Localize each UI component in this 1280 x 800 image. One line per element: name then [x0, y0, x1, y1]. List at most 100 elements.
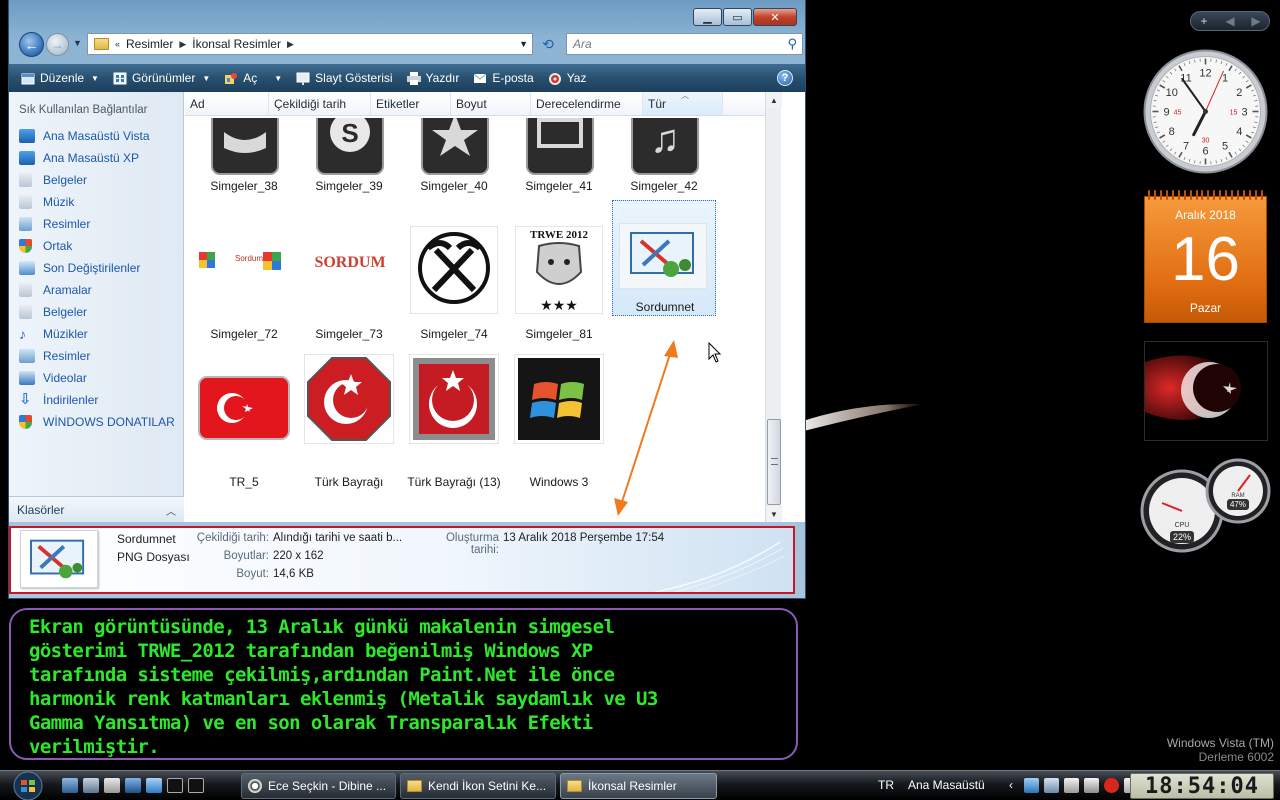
- organize-menu[interactable]: Düzenle ▼: [17, 64, 109, 92]
- nav-item-documents[interactable]: Belgeler: [19, 169, 175, 191]
- back-button[interactable]: ←: [19, 32, 44, 57]
- desktop-toolbar-label[interactable]: Ana Masaüstü: [908, 778, 985, 792]
- file-item[interactable]: S Simgeler_39: [297, 116, 401, 196]
- close-button[interactable]: ✕: [753, 8, 797, 26]
- start-orb-icon[interactable]: [8, 771, 48, 800]
- taskbar-button-folder[interactable]: Kendi İkon Setini Ke...: [400, 773, 556, 799]
- scroll-down-button[interactable]: ▼: [766, 506, 782, 522]
- clock-gadget[interactable]: 123691245781011153045: [1143, 49, 1268, 174]
- cmd-icon[interactable]: [167, 778, 183, 793]
- display-icon[interactable]: [1044, 778, 1059, 793]
- shield-icon: [19, 415, 32, 429]
- previous-gadget-icon[interactable]: ◀: [1217, 14, 1243, 28]
- language-indicator[interactable]: TR: [878, 778, 894, 792]
- file-item[interactable]: Simgeler_41: [507, 116, 611, 196]
- help-icon[interactable]: ?: [777, 70, 793, 86]
- nav-item-downloads[interactable]: ⇩ İndirilenler: [19, 389, 175, 411]
- calendar-weekday: Pazar: [1189, 301, 1222, 315]
- breadcrumb-chevron-icon[interactable]: ▶: [179, 39, 186, 50]
- explorer-icon[interactable]: [104, 778, 120, 793]
- column-header-size[interactable]: Boyut: [451, 92, 531, 115]
- address-bar[interactable]: « Resimler ▶ İkonsal Resimler ▶ ▼: [87, 33, 533, 55]
- minimize-button[interactable]: ▁: [693, 8, 722, 26]
- address-dropdown-icon[interactable]: ▼: [519, 39, 528, 49]
- breadcrumb-item[interactable]: Resimler: [126, 37, 173, 51]
- add-gadget-icon[interactable]: +: [1191, 14, 1217, 28]
- file-item[interactable]: SORDUM Simgeler_73: [297, 204, 401, 344]
- flag-slideshow-gadget[interactable]: [1144, 341, 1268, 441]
- nav-item-pictures[interactable]: Resimler: [19, 213, 175, 235]
- nav-item-musics[interactable]: ♪ Müzikler: [19, 323, 175, 345]
- nav-item-desktop-vista[interactable]: Ana Masaüstü Vista: [19, 125, 175, 147]
- command-toolbar: Düzenle ▼ Görünümler ▼ Aç ▼ Slayt Gösterisi…: [9, 64, 805, 92]
- chevron-left-icon[interactable]: ‹: [1009, 778, 1013, 792]
- nav-item-pictures-2[interactable]: Resimler: [19, 345, 175, 367]
- security-icon[interactable]: [1064, 778, 1079, 793]
- cpu-ram-meter-gadget[interactable]: CPU 22% RAM 47%: [1140, 455, 1272, 555]
- taskbar-clock[interactable]: 18:54:04: [1130, 773, 1274, 799]
- forward-button[interactable]: →: [46, 33, 69, 56]
- date-taken-value[interactable]: Alındığı tarihi ve saati b...: [273, 532, 402, 544]
- breadcrumb-chevron-icon[interactable]: ▶: [287, 39, 294, 50]
- warning-icon[interactable]: [1104, 778, 1119, 793]
- nav-item-windows-donatilar[interactable]: WİNDOWS DONATILAR: [19, 411, 175, 433]
- file-item[interactable]: TRWE 2012 ★★★ Simgeler_81: [507, 204, 611, 344]
- file-item[interactable]: Türk Bayrağı (13): [402, 352, 506, 492]
- vertical-scrollbar[interactable]: ▲ ▼: [765, 92, 782, 522]
- file-item[interactable]: TR_5: [192, 352, 296, 492]
- clock-minute-number: 15: [1230, 110, 1238, 117]
- file-item-selected[interactable]: Sordumnet: [612, 200, 716, 316]
- file-item[interactable]: Türk Bayrağı: [297, 352, 401, 492]
- nav-item-videos[interactable]: Videolar: [19, 367, 175, 389]
- column-header-tags[interactable]: Etiketler: [371, 92, 451, 115]
- taskbar-button-explorer[interactable]: İkonsal Resimler: [560, 773, 717, 799]
- maximize-button[interactable]: ▭: [723, 8, 752, 26]
- breadcrumb-overflow-icon[interactable]: «: [115, 39, 120, 49]
- slideshow-button[interactable]: Slayt Gösterisi: [292, 64, 402, 92]
- scrollbar-thumb[interactable]: [767, 419, 781, 505]
- scroll-up-button[interactable]: ▲: [766, 92, 782, 108]
- nav-item-desktop-xp[interactable]: Ana Masaüstü XP: [19, 147, 175, 169]
- nav-item-documents-2[interactable]: Belgeler: [19, 301, 175, 323]
- nav-item-recent[interactable]: Son Değiştirilenler: [19, 257, 175, 279]
- taskbar-button-chrome[interactable]: Ece Seçkin - Dibine ...: [241, 773, 396, 799]
- column-header-name[interactable]: Ad: [185, 92, 269, 115]
- file-item[interactable]: Simgeler_40: [402, 116, 506, 196]
- column-header-date-taken[interactable]: Çekildiği tarih: [269, 92, 371, 115]
- file-item[interactable]: Simgeler_38: [192, 116, 296, 196]
- views-menu[interactable]: Görünümler ▼: [109, 64, 220, 92]
- breadcrumb-item[interactable]: İkonsal Resimler: [192, 37, 281, 51]
- cmd-icon[interactable]: [188, 778, 204, 793]
- media-icon[interactable]: [125, 778, 141, 793]
- paint-icon: [224, 72, 238, 85]
- folder-icon: [407, 780, 422, 792]
- nav-item-public[interactable]: Ortak: [19, 235, 175, 257]
- volume-icon[interactable]: [1084, 778, 1099, 793]
- recent-pages-dropdown[interactable]: ▼: [73, 38, 82, 48]
- search-icon[interactable]: ⚲: [787, 36, 797, 52]
- show-desktop-icon[interactable]: [62, 778, 78, 793]
- svg-text:CPU: CPU: [1175, 522, 1190, 529]
- file-item[interactable]: Windows 3: [507, 352, 611, 492]
- nav-item-music[interactable]: Müzik: [19, 191, 175, 213]
- print-button[interactable]: Yazdır: [403, 64, 470, 92]
- file-item[interactable]: Sordum Simgeler_72: [192, 204, 296, 344]
- refresh-icon[interactable]: ⟲: [537, 33, 559, 55]
- nav-item-searches[interactable]: Aramalar: [19, 279, 175, 301]
- open-menu[interactable]: Aç ▼: [220, 64, 292, 92]
- burn-button[interactable]: Yaz: [544, 64, 597, 92]
- network-icon[interactable]: [1024, 778, 1039, 793]
- column-header-rating[interactable]: Derecelendirme: [531, 92, 643, 115]
- search-input[interactable]: Ara ⚲: [566, 33, 803, 55]
- file-size-value: 14,6 KB: [273, 568, 314, 580]
- file-item[interactable]: ♫ Simgeler_42: [612, 116, 716, 196]
- column-header-type[interactable]: Tür ︿: [643, 91, 723, 115]
- caption-line: Ekran görüntüsünde, 13 Aralık günkü maka…: [29, 616, 615, 638]
- folders-toggle[interactable]: Klasörler ︿: [9, 496, 184, 522]
- switch-windows-icon[interactable]: [83, 778, 99, 793]
- next-gadget-icon[interactable]: ▶: [1243, 14, 1269, 28]
- ie-icon[interactable]: [146, 778, 162, 793]
- file-item[interactable]: Simgeler_74: [402, 204, 506, 344]
- email-button[interactable]: E-posta: [469, 64, 543, 92]
- calendar-gadget[interactable]: Aralık 2018 16 Pazar: [1143, 190, 1268, 324]
